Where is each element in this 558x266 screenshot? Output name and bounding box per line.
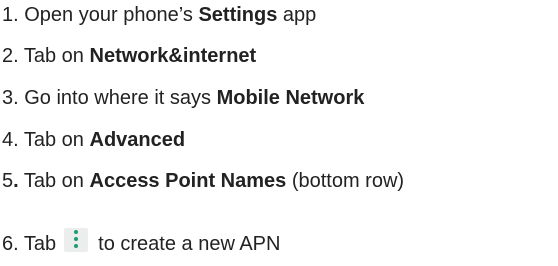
step-3-keyword: Mobile Network: [216, 87, 365, 109]
step-4: 4. Tab on Advanced: [2, 127, 185, 153]
step-1-keyword: Settings: [198, 4, 278, 26]
step-3: 3. Go into where it says Mobile Network: [2, 85, 364, 111]
step-4-keyword: Advanced: [89, 129, 186, 151]
step-6: 6. Tab to create a new APN: [2, 228, 280, 257]
step-5-number: 5: [2, 170, 14, 192]
instructions-list: 1. Open your phone’s Settings app 2. Tab…: [0, 0, 558, 266]
step-1-suffix: app: [277, 4, 317, 26]
step-4-number: 4.: [2, 129, 19, 151]
step-3-number: 3.: [2, 87, 19, 109]
step-2-number: 2.: [2, 45, 19, 67]
step-2-text: Tab on: [18, 45, 90, 67]
step-1: 1. Open your phone’s Settings app: [2, 2, 316, 28]
step-2: 2. Tab on Network&internet: [2, 43, 256, 69]
step-4-text: Tab on: [18, 129, 90, 151]
more-vertical-icon: [64, 228, 89, 252]
step-5-suffix: (bottom row): [286, 170, 405, 192]
step-5-text: Tab on: [18, 170, 90, 192]
step-5: 5. Tab on Access Point Names (bottom row…: [2, 168, 404, 194]
step-6-number: 6.: [2, 233, 19, 255]
step-1-number: 1.: [2, 4, 19, 26]
step-1-text: Open your phone’s: [18, 4, 199, 26]
step-6-suffix: to create a new APN: [98, 233, 281, 255]
step-6-text: Tab: [18, 233, 57, 255]
step-5-keyword: Access Point Names: [89, 170, 287, 192]
step-3-text: Go into where it says: [18, 87, 217, 109]
step-2-keyword: Network&internet: [89, 45, 257, 67]
